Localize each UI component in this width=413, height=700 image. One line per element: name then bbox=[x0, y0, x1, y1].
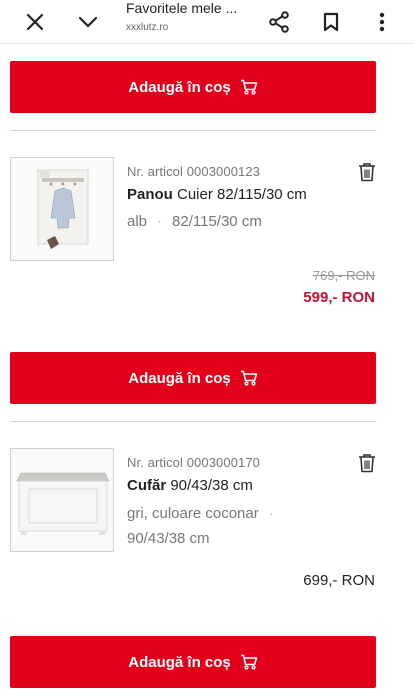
article-number: Nr. articol 0003000170 bbox=[127, 455, 261, 470]
browser-toolbar: Favoritele mele ... xxxlutz.ro bbox=[0, 0, 413, 44]
trash-icon[interactable] bbox=[358, 453, 376, 473]
product-color: gri, culoare coconar bbox=[127, 505, 259, 522]
add-to-cart-button[interactable]: Adaugă în coș bbox=[10, 61, 376, 113]
cart-icon bbox=[240, 79, 258, 95]
product-name-brand: Panou bbox=[127, 186, 173, 203]
price: 699,- RON bbox=[303, 572, 375, 589]
add-to-cart-button[interactable]: Adaugă în coș bbox=[10, 636, 376, 688]
product-image[interactable] bbox=[10, 157, 114, 261]
chevron-down-icon[interactable] bbox=[72, 6, 104, 38]
product-image[interactable] bbox=[10, 448, 114, 552]
trash-icon[interactable] bbox=[358, 162, 376, 182]
product-name[interactable]: Cufăr 90/43/38 cm bbox=[127, 477, 253, 494]
product-color: alb bbox=[127, 213, 148, 230]
product-size: 90/43/38 cm bbox=[127, 530, 210, 547]
product-name-rest: Cuier 82/115/30 cm bbox=[172, 186, 307, 203]
product-attributes: gri, culoare coconar · 90/43/38 cm bbox=[127, 501, 367, 551]
product-name-rest: 90/43/38 cm bbox=[166, 477, 253, 494]
page-title[interactable]: Favoritele mele ... bbox=[126, 0, 237, 16]
product-size: 82/115/30 cm bbox=[172, 213, 262, 230]
cart-icon bbox=[240, 654, 258, 670]
article-number: Nr. articol 0003000123 bbox=[127, 164, 261, 179]
add-to-cart-label: Adaugă în coș bbox=[128, 653, 231, 671]
bookmark-icon[interactable] bbox=[315, 6, 347, 38]
add-to-cart-button[interactable]: Adaugă în coș bbox=[10, 352, 376, 404]
divider bbox=[10, 421, 376, 422]
old-price: 769,- RON bbox=[312, 268, 375, 283]
add-to-cart-label: Adaugă în coș bbox=[128, 369, 231, 387]
close-icon[interactable] bbox=[19, 6, 51, 38]
page-url[interactable]: xxxlutz.ro bbox=[126, 22, 168, 33]
share-icon[interactable] bbox=[263, 6, 295, 38]
product-name-brand: Cufăr bbox=[127, 477, 167, 494]
add-to-cart-label: Adaugă în coș bbox=[128, 78, 231, 96]
divider bbox=[10, 130, 376, 131]
sale-price: 599,- RON bbox=[303, 289, 375, 306]
product-name[interactable]: Panou Cuier 82/115/30 cm bbox=[127, 186, 307, 203]
separator-dot: · bbox=[268, 505, 274, 522]
product-attributes: alb · 82/115/30 cm bbox=[127, 209, 262, 234]
cart-icon bbox=[240, 370, 258, 386]
more-vert-icon[interactable] bbox=[366, 6, 398, 38]
separator-dot: · bbox=[157, 213, 163, 230]
